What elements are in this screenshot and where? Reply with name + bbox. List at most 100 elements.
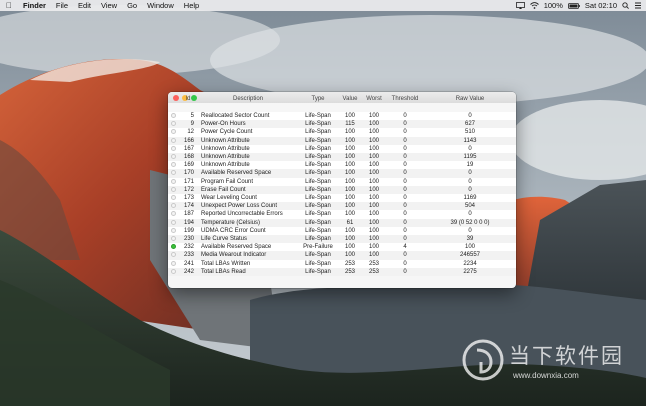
menu-go[interactable]: Go [122,0,142,11]
table-row[interactable]: 12 Power Cycle Count Life-Span 100 100 0 510 [168,128,516,137]
row-id: 170 [178,169,198,178]
row-type: Life-Span [298,136,338,145]
battery-icon[interactable] [567,2,580,9]
status-neutral-icon [170,194,176,200]
header-worst[interactable]: Worst [362,94,386,103]
status-neutral-icon [170,235,176,241]
table-row[interactable]: 242 Total LBAs Read Life-Span 253 253 0 2275 [168,267,516,277]
table-row[interactable]: 233 Media Wearout Indicator Life-Span 100 10… [168,251,516,260]
table-row[interactable]: 9 Power-On Hours Life-Span 115 100 0 627 [168,120,516,129]
status-neutral-icon [170,260,176,266]
spotlight-search-icon[interactable] [622,2,629,9]
status-neutral-icon [170,121,176,127]
row-value: 100 [338,112,362,121]
header-threshold[interactable]: Threshold [386,94,424,103]
row-description: Program Fail Count [198,177,298,186]
table-row[interactable]: 5 Reallocated Sector Count Life-Span 100 100… [168,112,516,121]
header-raw-value[interactable]: Raw Value [424,94,516,103]
table-row[interactable]: 232 Available Reserved Space Pre-Failure 10… [168,243,516,252]
smart-status-window: Id Description Type Value Worst Threshol… [168,92,516,288]
status-neutral-icon [170,145,176,151]
menu-edit[interactable]: Edit [73,0,96,11]
row-description: Wear Leveling Count [198,194,298,203]
wifi-icon[interactable] [529,2,539,9]
row-description: Unknown Attribute [198,136,298,145]
row-value: 61 [338,218,362,227]
table-row[interactable]: 187 Reported Uncorrectable Errors Life-Spa… [168,210,516,219]
table-row[interactable]: 194 Temperature (Celsius) Life-Span 61 100 0 3… [168,218,516,227]
row-value: 100 [338,169,362,178]
row-value: 100 [338,144,362,154]
cast-icon[interactable] [515,2,525,9]
row-type: Life-Span [298,267,338,277]
table-body: 5 Reallocated Sector Count Life-Span 100 100… [168,112,516,277]
row-raw-value: 0 [424,112,516,121]
status-neutral-icon [170,268,176,274]
status-neutral-icon [170,170,176,176]
apple-menu-icon[interactable]:  [0,0,18,11]
row-type: Life-Span [298,161,338,170]
row-status-cell [168,112,178,121]
row-raw-value: 2234 [424,259,516,268]
row-raw-value: 510 [424,128,516,137]
row-status-cell [168,177,178,186]
notification-center-icon[interactable] [634,2,642,9]
row-description: Unknown Attribute [198,161,298,170]
row-status-cell [168,226,178,236]
table-row[interactable]: 172 Erase Fail Count Life-Span 100 100 0 0 [168,185,516,195]
row-type: Life-Span [298,194,338,203]
menu-help[interactable]: Help [179,0,204,11]
row-worst: 253 [362,259,386,268]
header-id[interactable]: Id [178,94,198,103]
table-row[interactable]: 171 Program Fail Count Life-Span 100 100 0 0 [168,177,516,186]
row-raw-value: 0 [424,210,516,219]
row-type: Life-Span [298,218,338,227]
row-worst: 100 [362,185,386,195]
header-type[interactable]: Type [298,94,338,103]
menu-bar:  Finder File Edit View Go Window Help 1… [0,0,646,11]
header-description[interactable]: Description [198,94,298,103]
row-id: 9 [178,120,198,129]
header-value[interactable]: Value [338,94,362,103]
row-type: Life-Span [298,185,338,195]
menu-file[interactable]: File [51,0,73,11]
row-id: 194 [178,218,198,227]
table-row[interactable]: 199 UDMA CRC Error Count Life-Span 100 100 0 0 [168,226,516,236]
table-row[interactable]: 168 Unknown Attribute Life-Span 100 100 0 1195 [168,153,516,162]
table-row[interactable]: 166 Unknown Attribute Life-Span 100 100 0 1143 [168,136,516,145]
row-type: Pre-Failure [298,243,338,252]
row-threshold: 0 [386,144,424,154]
menu-view[interactable]: View [96,0,122,11]
table-row[interactable]: 167 Unknown Attribute Life-Span 100 100 0 0 [168,144,516,154]
row-description: Unknown Attribute [198,144,298,154]
table-row[interactable]: 174 Unexpect Power Loss Count Life-Span 100… [168,202,516,211]
row-value: 100 [338,202,362,211]
row-worst: 100 [362,218,386,227]
table-row[interactable]: 169 Unknown Attribute Life-Span 100 100 0 19 [168,161,516,170]
table-row[interactable]: 230 Life Curve Status Life-Span 100 100 0 39 [168,235,516,244]
battery-percent: 100% [543,1,563,10]
row-status-cell [168,235,178,244]
table-row[interactable]: 241 Total LBAs Written Life-Span 253 253 0 223… [168,259,516,268]
row-type: Life-Span [298,210,338,219]
row-raw-value: 1143 [424,136,516,145]
row-worst: 100 [362,177,386,186]
watermark: 当下软件园 www.downxia.com [461,338,641,388]
row-status-cell [168,194,178,203]
menu-window[interactable]: Window [142,0,179,11]
row-threshold: 0 [386,267,424,277]
row-raw-value: 0 [424,177,516,186]
row-raw-value: 0 [424,169,516,178]
row-type: Life-Span [298,251,338,260]
table-row[interactable]: 173 Wear Leveling Count Life-Span 100 100 0 11… [168,194,516,203]
table-row[interactable]: 170 Available Reserved Space Life-Span 100 1… [168,169,516,178]
row-value: 100 [338,210,362,219]
row-threshold: 0 [386,128,424,137]
clock[interactable]: Sat 02:10 [585,0,617,11]
row-description: Reallocated Sector Count [198,112,298,121]
row-status-cell [168,153,178,162]
row-raw-value: 504 [424,202,516,211]
row-threshold: 4 [386,243,424,252]
menu-app-name[interactable]: Finder [18,0,51,11]
row-raw-value: 2275 [424,267,516,277]
